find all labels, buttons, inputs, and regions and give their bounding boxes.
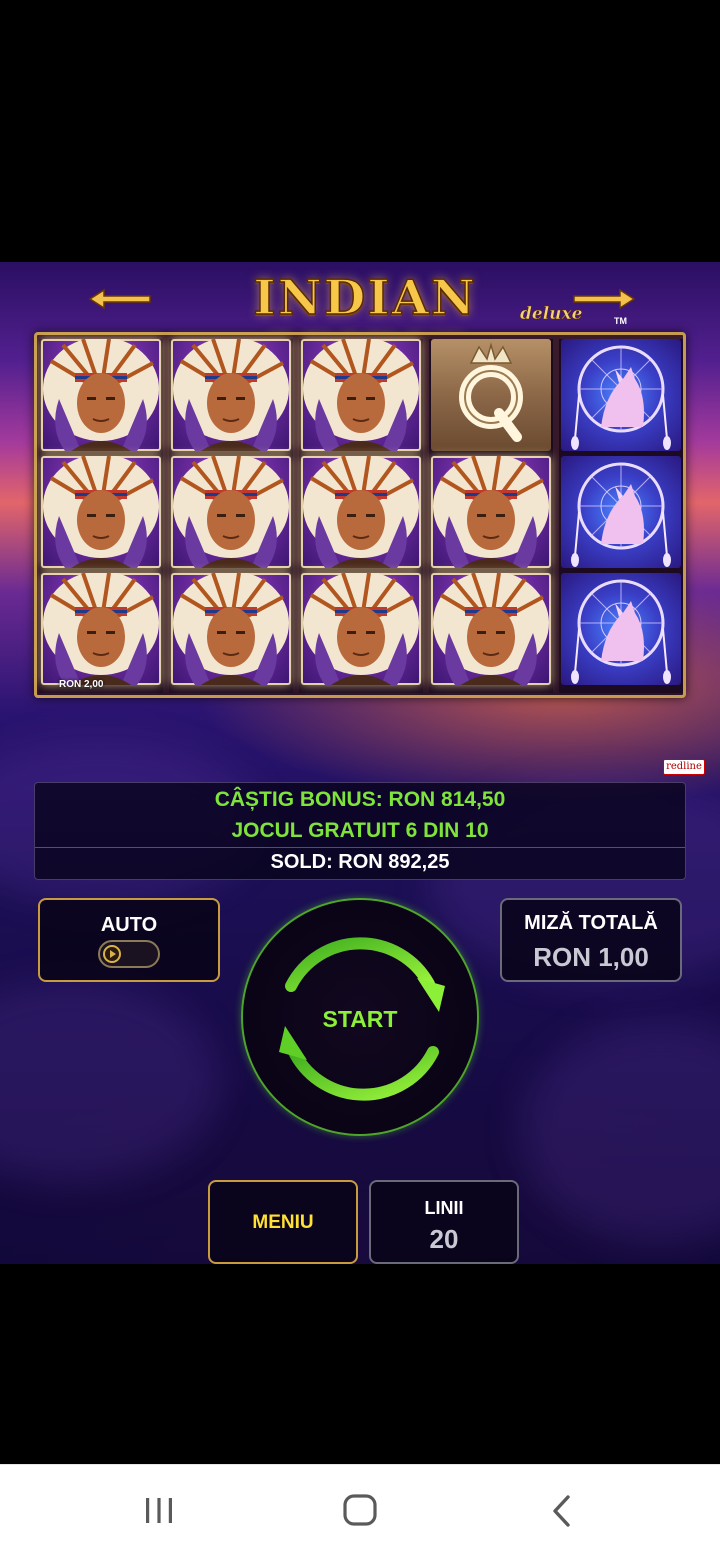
total-bet-value: RON 1,00 <box>533 942 649 972</box>
total-bet-label: MIZĂ TOTALĂ <box>524 912 658 934</box>
info-panel: CÂȘTIG BONUS: RON 814,50 JOCUL GRATUIT 6… <box>34 782 686 880</box>
native-chief-icon <box>41 573 161 685</box>
balance-text: SOLD: RON 892,25 <box>270 851 450 873</box>
menu-button[interactable]: MENIU <box>208 1180 358 1264</box>
native-chief-icon <box>171 456 291 568</box>
native-chief-icon <box>41 456 161 568</box>
home-icon[interactable] <box>341 1493 379 1529</box>
lines-value: 20 <box>429 1224 459 1254</box>
wolf-dreamcatcher-icon <box>561 456 681 568</box>
native-chief-icon <box>431 456 551 568</box>
arrow-right-decor <box>573 288 636 310</box>
reel-1 <box>39 339 163 693</box>
reel-2 <box>169 339 293 693</box>
reel-5 <box>559 339 683 693</box>
recent-apps-icon[interactable] <box>142 1493 176 1527</box>
play-icon <box>110 950 116 958</box>
native-chief-icon <box>171 573 291 685</box>
total-bet-button[interactable]: MIZĂ TOTALĂ RON 1,00 <box>500 898 682 982</box>
native-chief-icon <box>301 456 421 568</box>
system-nav-bar <box>0 1464 720 1560</box>
queen-card-icon <box>431 339 551 451</box>
bonus-win-text: CÂȘTIG BONUS: RON 814,50 <box>214 788 506 811</box>
mist-decor <box>520 1022 720 1242</box>
mist-decor <box>0 982 220 1182</box>
native-chief-icon <box>431 573 551 685</box>
wolf-dreamcatcher-icon <box>561 339 681 451</box>
reel-grid: RON 2,00 redline <box>34 332 705 775</box>
menu-label: MENIU <box>252 1212 314 1233</box>
lines-label: LINII <box>424 1198 464 1218</box>
auto-label: AUTO <box>100 914 158 936</box>
reel-4 <box>429 339 553 693</box>
start-label: START <box>322 1006 398 1032</box>
native-chief-icon <box>171 339 291 451</box>
auto-toggle[interactable] <box>98 940 160 968</box>
arrow-left-decor <box>88 288 151 310</box>
lines-button[interactable]: LINII 20 <box>369 1180 519 1264</box>
back-icon[interactable] <box>548 1493 576 1529</box>
wolf-dreamcatcher-icon <box>561 573 681 685</box>
auto-button[interactable]: AUTO <box>38 898 220 982</box>
toggle-knob <box>103 945 121 963</box>
free-game-counter: JOCUL GRATUIT 6 DIN 10 <box>231 819 489 842</box>
line-win-amount: RON 2,00 <box>59 679 104 690</box>
trademark: TM <box>614 316 627 326</box>
native-chief-icon <box>41 339 161 451</box>
reel-3 <box>299 339 423 693</box>
native-chief-icon <box>301 339 421 451</box>
game-title: INDIAN SPIRIT deluxe TM <box>0 266 720 383</box>
divider <box>35 847 685 848</box>
native-chief-icon <box>301 573 421 685</box>
redline-logo: redline <box>663 759 705 775</box>
start-button[interactable]: START <box>241 898 479 1136</box>
